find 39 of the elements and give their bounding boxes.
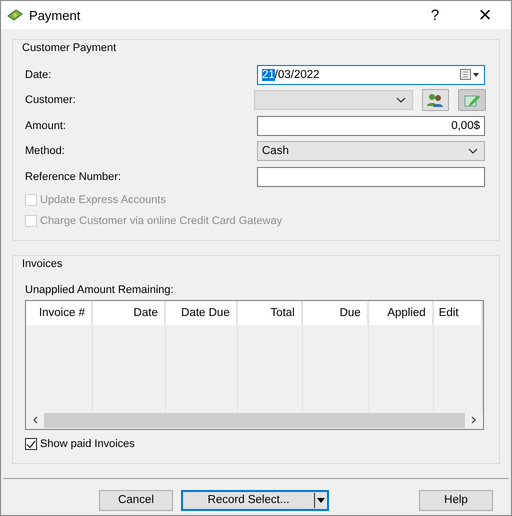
help-button[interactable]: ? (415, 1, 455, 29)
close-button[interactable]: × (465, 1, 505, 29)
customers-button[interactable] (422, 89, 450, 112)
dialog-button[interactable]: Help (419, 490, 493, 510)
checkbox-label: Charge Customer via online Credit Card Gateway (40, 215, 282, 227)
column-header[interactable]: Due (302, 300, 368, 324)
field-label: Amount: (25, 120, 67, 132)
dialog-button[interactable]: Cancel (99, 490, 173, 510)
checkbox-label: Update Express Accounts (40, 194, 166, 206)
chevron-down-icon (468, 148, 478, 154)
group-title: Invoices (22, 258, 62, 270)
chevron-down-icon (396, 97, 406, 104)
column-header[interactable]: Total (238, 300, 302, 324)
record-button[interactable]: Record Select... (181, 490, 329, 510)
unapplied-label: Unapplied Amount Remaining: (25, 284, 175, 296)
column-header[interactable]: Invoice # (26, 300, 92, 324)
field-label: Reference Number: (25, 170, 122, 183)
checkbox-label: Show paid Invoices (40, 438, 135, 450)
money-icon (7, 7, 23, 23)
caret-icon (317, 498, 325, 502)
column-header[interactable]: Edit (434, 300, 482, 324)
scroll-left-icon[interactable] (32, 416, 38, 424)
pencil-icon (463, 92, 482, 108)
column-header[interactable]: Date (92, 300, 165, 324)
method-dropdown[interactable]: Cash (257, 141, 485, 162)
column-header[interactable]: Date Due (166, 300, 237, 324)
checkbox[interactable] (25, 438, 37, 450)
reference-field[interactable] (257, 166, 485, 187)
group-title: Customer Payment (22, 42, 116, 54)
edit-button[interactable] (458, 89, 486, 112)
window-title: Payment (29, 8, 82, 22)
calendar-icon (460, 69, 480, 80)
amount-field[interactable]: 0,00$ (257, 116, 485, 136)
field-label: Method: (25, 145, 66, 158)
scroll-right-icon[interactable] (471, 416, 477, 424)
people-icon (426, 92, 444, 108)
field-label: Customer: (25, 94, 77, 106)
column-header[interactable]: Applied (368, 300, 433, 324)
field-label: Date: (25, 68, 52, 81)
